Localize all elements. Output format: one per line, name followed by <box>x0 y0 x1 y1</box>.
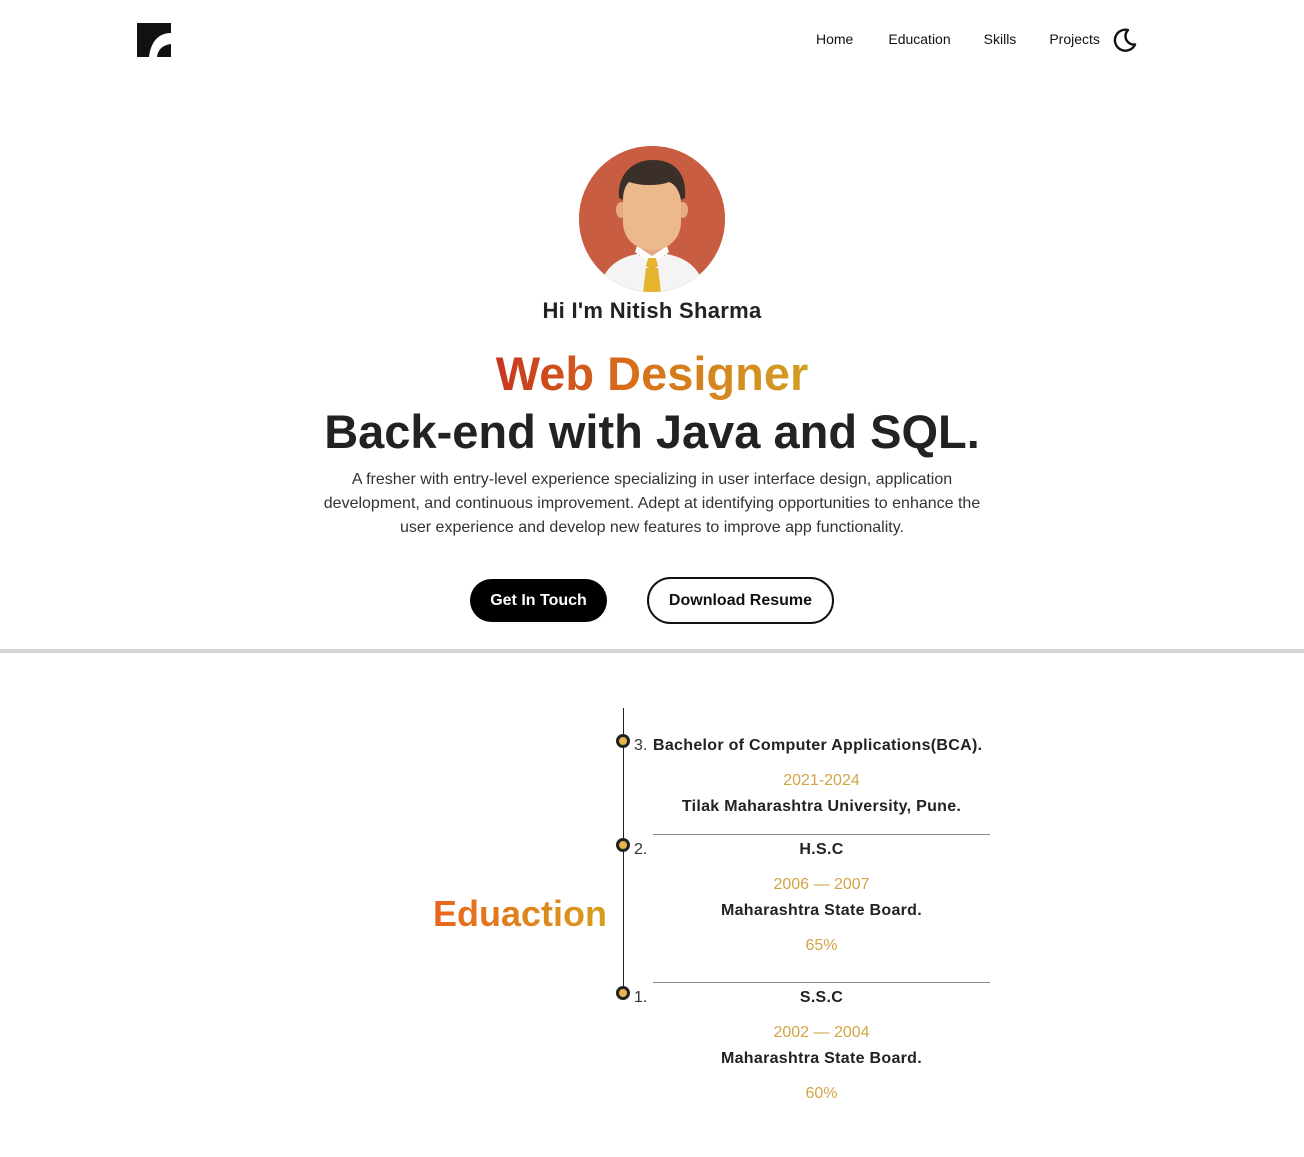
entry-years: 2002 — 2004 <box>773 1024 870 1041</box>
entry-title: S.S.C <box>799 989 844 1006</box>
entry-number: 1. <box>634 989 648 1006</box>
timeline-dot <box>616 986 630 1000</box>
entry-separator <box>653 982 990 983</box>
entry-years: 2006 — 2007 <box>773 876 870 893</box>
timeline-dot <box>616 838 630 852</box>
download-resume-button[interactable]: Download Resume <box>647 577 834 624</box>
entry-institution: Maharashtra State Board. <box>720 1050 923 1067</box>
entry-number: 2. <box>634 841 648 858</box>
timeline-line <box>623 708 624 998</box>
section-divider <box>0 649 1304 653</box>
hero-role: Web Designer <box>0 346 1304 402</box>
avatar <box>579 146 725 292</box>
education-title-text: Eduaction <box>432 893 607 934</box>
entry-separator <box>653 834 990 835</box>
nav-education-link[interactable]: Education <box>888 31 950 47</box>
hero-tagline: Back-end with Java and SQL. <box>324 405 980 458</box>
entry-title: Bachelor of Computer Applications(BCA). <box>653 737 983 754</box>
avatar-illustration <box>579 146 725 292</box>
hero-greeting: Hi I'm Nitish Sharma <box>542 298 762 323</box>
main-nav: Home Education Skills Projects <box>816 31 1120 47</box>
entry-title: H.S.C <box>799 841 844 858</box>
logo-icon[interactable] <box>137 23 171 57</box>
nav-projects-link[interactable]: Projects <box>1049 31 1100 47</box>
site-header: Home Education Skills Projects <box>0 0 1304 80</box>
entry-score: 65% <box>805 937 838 954</box>
entry-institution: Maharashtra State Board. <box>720 902 923 919</box>
moon-icon[interactable] <box>1112 27 1138 53</box>
entry-years: 2021-2024 <box>783 772 860 789</box>
nav-home-link[interactable]: Home <box>816 31 853 47</box>
entry-score: 60% <box>805 1085 838 1102</box>
get-in-touch-button[interactable]: Get In Touch <box>470 579 607 622</box>
entry-number: 3. <box>634 737 648 754</box>
education-title: Eduaction <box>400 893 607 935</box>
entry-institution: Tilak Maharashtra University, Pune. <box>681 798 962 815</box>
hero-role-text: Web Designer <box>495 347 809 400</box>
nav-skills-link[interactable]: Skills <box>984 31 1017 47</box>
hero-description: A fresher with entry-level experience sp… <box>323 471 981 536</box>
timeline-dot <box>616 734 630 748</box>
